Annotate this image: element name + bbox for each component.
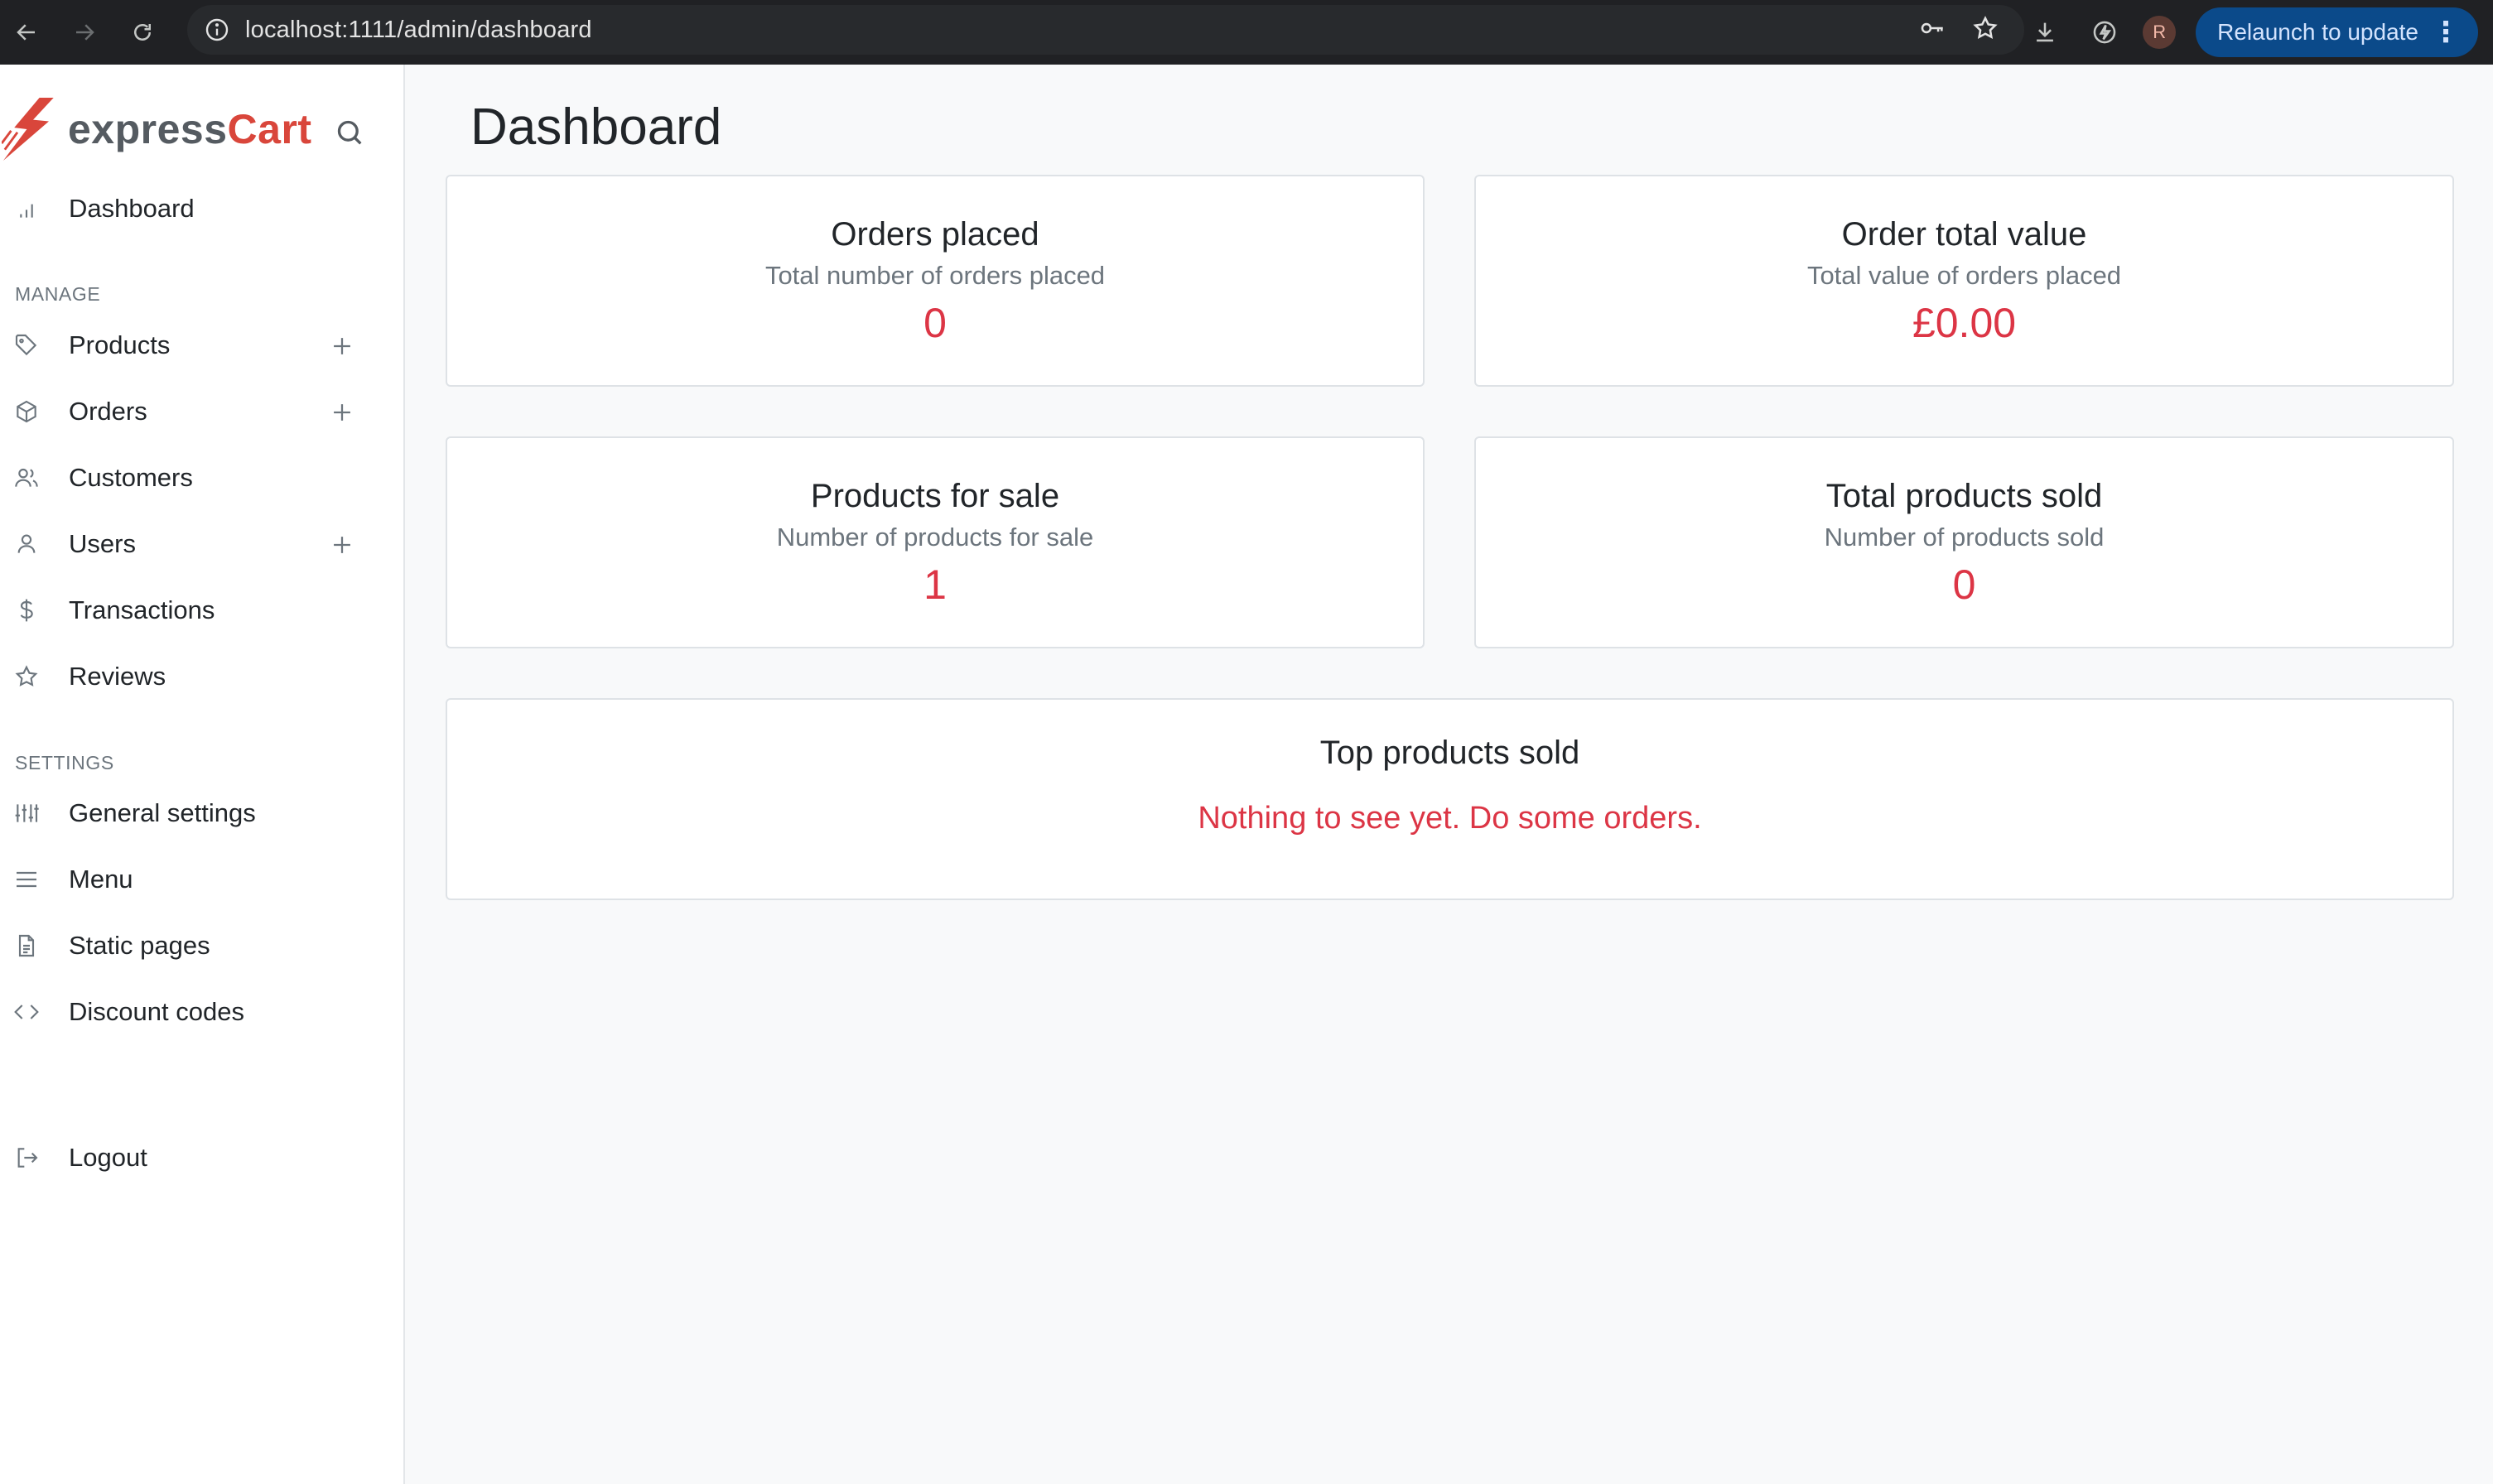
- download-icon: [2037, 22, 2054, 42]
- file-icon: [13, 932, 40, 959]
- sidebar-item-reviews[interactable]: Reviews: [0, 650, 403, 703]
- card-products-for-sale: Products for sale Number of products for…: [446, 436, 1425, 648]
- card-total-products-sold: Total products sold Number of products s…: [1474, 436, 2454, 648]
- tag-icon: [13, 332, 40, 359]
- sidebar-item-transactions[interactable]: Transactions: [0, 584, 403, 637]
- sidebar-item-label: Products: [69, 330, 171, 359]
- add-user-button[interactable]: [328, 531, 356, 559]
- reload-button[interactable]: [123, 12, 162, 52]
- card-value: £0.00: [1912, 300, 2017, 346]
- sidebar-item-users[interactable]: Users: [0, 518, 403, 571]
- sidebar-item-logout[interactable]: Logout: [0, 1131, 403, 1184]
- card-title: Total products sold: [1825, 478, 2103, 514]
- sidebar-item-label: Customers: [69, 463, 193, 492]
- bookmark-button[interactable]: [1971, 14, 1999, 46]
- logout-icon: [13, 1144, 40, 1171]
- sidebar-item-menu[interactable]: Menu: [0, 853, 403, 906]
- sidebar-item-label: Menu: [69, 865, 133, 894]
- bookmark-star-icon: [1973, 15, 1998, 39]
- forward-icon: [76, 24, 94, 41]
- sidebar-item-label: Static pages: [69, 931, 210, 960]
- sidebar-item-discount-codes[interactable]: Discount codes: [0, 985, 403, 1038]
- card-subtitle: Total value of orders placed: [1806, 261, 2122, 290]
- profile-avatar[interactable]: R: [2143, 16, 2177, 49]
- star-icon: [13, 663, 40, 690]
- sidebar-item-products[interactable]: Products: [0, 319, 403, 372]
- section-heading-settings: SETTINGS: [15, 752, 114, 773]
- section-heading-manage: MANAGE: [15, 283, 101, 305]
- card-title: Order total value: [1841, 216, 2087, 253]
- sidebar-item-general-settings[interactable]: General settings: [0, 787, 403, 840]
- bar-chart-icon: [13, 195, 40, 222]
- card-value: 1: [923, 561, 947, 608]
- card-top-products-sold: Top products sold Nothing to see yet. Do…: [446, 698, 2454, 900]
- brand-name: expressCart: [68, 105, 312, 153]
- code-icon: [13, 999, 40, 1025]
- sidebar-item-label: Logout: [69, 1143, 147, 1172]
- kebab-menu-icon: ⋮: [2432, 17, 2460, 48]
- url-text: localhost:1111/admin/dashboard: [245, 16, 592, 43]
- lightning-bolt-icon: [2, 98, 54, 161]
- address-bar[interactable]: localhost:1111/admin/dashboard: [187, 5, 2024, 55]
- back-icon: [17, 24, 35, 41]
- sidebar-item-static-pages[interactable]: Static pages: [0, 919, 403, 972]
- menu-icon: [13, 866, 40, 893]
- site-info-icon: [205, 18, 229, 41]
- sidebar-item-dashboard[interactable]: Dashboard: [0, 182, 403, 235]
- users-icon: [13, 465, 40, 491]
- site-info-button[interactable]: [200, 13, 234, 46]
- sidebar-item-label: Dashboard: [69, 194, 195, 223]
- sliders-icon: [13, 800, 40, 826]
- package-icon: [13, 398, 40, 425]
- reload-icon: [134, 24, 151, 41]
- card-title: Products for sale: [810, 478, 1060, 514]
- back-button[interactable]: [7, 12, 46, 52]
- sidebar-item-label: Users: [69, 529, 136, 558]
- sidebar-item-label: Transactions: [69, 595, 215, 624]
- card-orders-placed: Orders placed Total number of orders pla…: [446, 175, 1425, 387]
- sidebar-item-label: Discount codes: [69, 997, 244, 1026]
- add-order-button[interactable]: [328, 398, 356, 426]
- empty-state-message: Nothing to see yet. Do some orders.: [1198, 801, 1702, 836]
- sidebar-item-label: Orders: [69, 397, 147, 426]
- add-product-button[interactable]: [328, 332, 356, 360]
- password-key-button[interactable]: [1918, 14, 1946, 46]
- dollar-icon: [13, 597, 40, 624]
- user-icon: [13, 531, 40, 557]
- card-value: 0: [923, 300, 947, 346]
- brand-name-part2: Cart: [227, 106, 312, 152]
- search-icon[interactable]: [333, 116, 366, 149]
- relaunch-label: Relaunch to update: [2217, 19, 2418, 45]
- downloads-button[interactable]: [2023, 11, 2066, 54]
- sidebar-item-customers[interactable]: Customers: [0, 451, 403, 504]
- brand-name-part1: express: [68, 106, 228, 152]
- card-subtitle: Total number of orders placed: [764, 261, 1106, 290]
- sidebar: expressCart Dashboard MANAGE Products Or…: [0, 65, 405, 1484]
- card-order-total-value: Order total value Total value of orders …: [1474, 175, 2454, 387]
- sidebar-item-label: Reviews: [69, 662, 166, 691]
- card-title: Orders placed: [831, 216, 1039, 253]
- browser-toolbar: localhost:1111/admin/dashboard R Relaunc…: [0, 0, 2493, 65]
- key-icon: [1921, 22, 1943, 33]
- sidebar-item-orders[interactable]: Orders: [0, 385, 403, 438]
- card-subtitle: Number of products sold: [1824, 523, 2105, 552]
- card-subtitle: Number of products for sale: [776, 523, 1094, 552]
- extension-icon: [2093, 21, 2116, 44]
- card-value: 0: [1952, 561, 1976, 608]
- extensions-button[interactable]: [2083, 11, 2126, 54]
- relaunch-button[interactable]: Relaunch to update ⋮: [2196, 7, 2478, 57]
- sidebar-item-label: General settings: [69, 798, 256, 827]
- brand-logo[interactable]: expressCart: [0, 96, 312, 162]
- forward-button[interactable]: [65, 12, 104, 52]
- card-title: Top products sold: [1319, 735, 1580, 771]
- page-title: Dashboard: [470, 99, 722, 156]
